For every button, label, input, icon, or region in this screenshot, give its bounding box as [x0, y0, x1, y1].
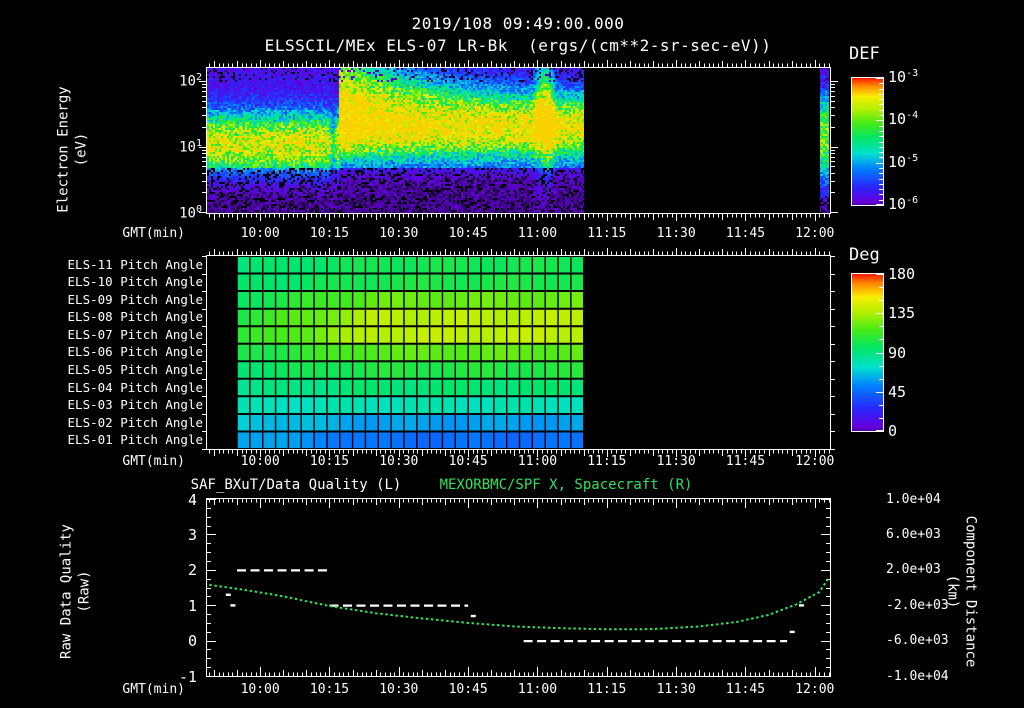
time-tick-0-8: 12:00 [795, 226, 835, 241]
time-tick-2-6: 11:30 [656, 682, 696, 697]
time-tick-1-1: 10:15 [309, 454, 350, 469]
km-tick-2: 2.0e+03 [886, 562, 941, 578]
time-tick-0-3: 10:45 [448, 226, 488, 241]
energy-tick-2: 100 [179, 204, 202, 222]
pitch-row-label-1: ELS-10 Pitch Angle [67, 274, 203, 290]
deg-cb-tick-2: 90 [888, 343, 907, 362]
axis-labels-layer: GMT(min) 10:00 10:15 10:30 10:45 11:00 11:15 11… [0, 0, 1024, 708]
def-cb-tick-3: 10-6 [888, 194, 919, 213]
time-tick-1-7: 11:45 [725, 454, 766, 469]
pitch-row-label-10: ELS-01 Pitch Angle [67, 432, 203, 448]
deg-cb-tick-4: 0 [888, 422, 898, 440]
time-tick-2-3: 10:45 [448, 682, 488, 697]
time-tick-2-0: 10:00 [240, 682, 280, 697]
deg-cb-tick-1: 135 [888, 304, 916, 323]
pitch-row-label-7: ELS-04 Pitch Angle [67, 379, 203, 395]
pitch-row-label-9: ELS-02 Pitch Angle [67, 414, 203, 430]
time-tick-0-5: 11:15 [587, 226, 627, 241]
raw-tick-0: 4 [187, 490, 197, 509]
gmt-axis-label-1: GMT(min) [122, 454, 185, 469]
time-tick-1-4: 11:00 [517, 454, 558, 469]
plot-screen: 2019/108 09:49:00.000 ELSSCIL/MEx ELS-07… [0, 0, 1024, 708]
raw-tick-4: 0 [187, 632, 197, 651]
pitch-row-label-2: ELS-09 Pitch Angle [67, 291, 203, 307]
raw-tick-3: 1 [187, 596, 197, 615]
deg-cb-tick-3: 45 [888, 382, 907, 401]
pitch-row-label-5: ELS-06 Pitch Angle [67, 344, 203, 360]
time-tick-1-0: 10:00 [240, 454, 280, 469]
time-tick-0-1: 10:15 [309, 226, 350, 241]
gmt-axis-label-0: GMT(min) [122, 226, 185, 241]
time-tick-2-5: 11:15 [587, 682, 627, 697]
raw-tick-1: 3 [187, 525, 197, 544]
time-tick-2-2: 10:30 [379, 682, 419, 697]
time-tick-1-6: 11:30 [656, 454, 696, 469]
pitch-row-label-6: ELS-05 Pitch Angle [67, 362, 203, 378]
time-tick-2-1: 10:15 [309, 682, 350, 697]
time-tick-2-8: 12:00 [795, 682, 835, 697]
time-tick-2-7: 11:45 [725, 682, 766, 697]
raw-tick-2: 2 [187, 561, 197, 580]
time-tick-1-8: 12:00 [795, 454, 835, 469]
time-tick-0-2: 10:30 [379, 226, 419, 241]
time-tick-0-0: 10:00 [240, 226, 280, 241]
time-tick-2-4: 11:00 [517, 682, 558, 697]
time-tick-1-5: 11:15 [587, 454, 627, 469]
def-cb-tick-2: 10-5 [888, 152, 919, 171]
pitch-row-label-0: ELS-11 Pitch Angle [67, 256, 203, 272]
pitch-row-label-4: ELS-07 Pitch Angle [67, 326, 203, 342]
raw-tick-5: -1 [178, 667, 197, 686]
time-tick-0-6: 11:30 [656, 226, 696, 241]
pitch-row-label-8: ELS-03 Pitch Angle [67, 397, 203, 413]
time-tick-1-2: 10:30 [379, 454, 419, 469]
km-tick-3: -2.0e+03 [886, 597, 949, 613]
km-tick-4: -6.0e+03 [886, 633, 949, 649]
energy-tick-0: 102 [179, 72, 202, 90]
km-tick-5: -1.0e+04 [886, 668, 949, 684]
km-tick-0: 1.0e+04 [886, 491, 941, 507]
energy-tick-1: 101 [179, 138, 202, 156]
time-tick-0-4: 11:00 [517, 226, 558, 241]
pitch-row-label-3: ELS-08 Pitch Angle [67, 309, 203, 325]
def-cb-tick-1: 10-4 [888, 110, 919, 129]
km-tick-1: 6.0e+03 [886, 526, 941, 542]
def-cb-tick-0: 10-3 [888, 68, 919, 86]
time-tick-1-3: 10:45 [448, 454, 488, 469]
deg-cb-tick-0: 180 [888, 265, 916, 283]
time-tick-0-7: 11:45 [725, 226, 766, 241]
